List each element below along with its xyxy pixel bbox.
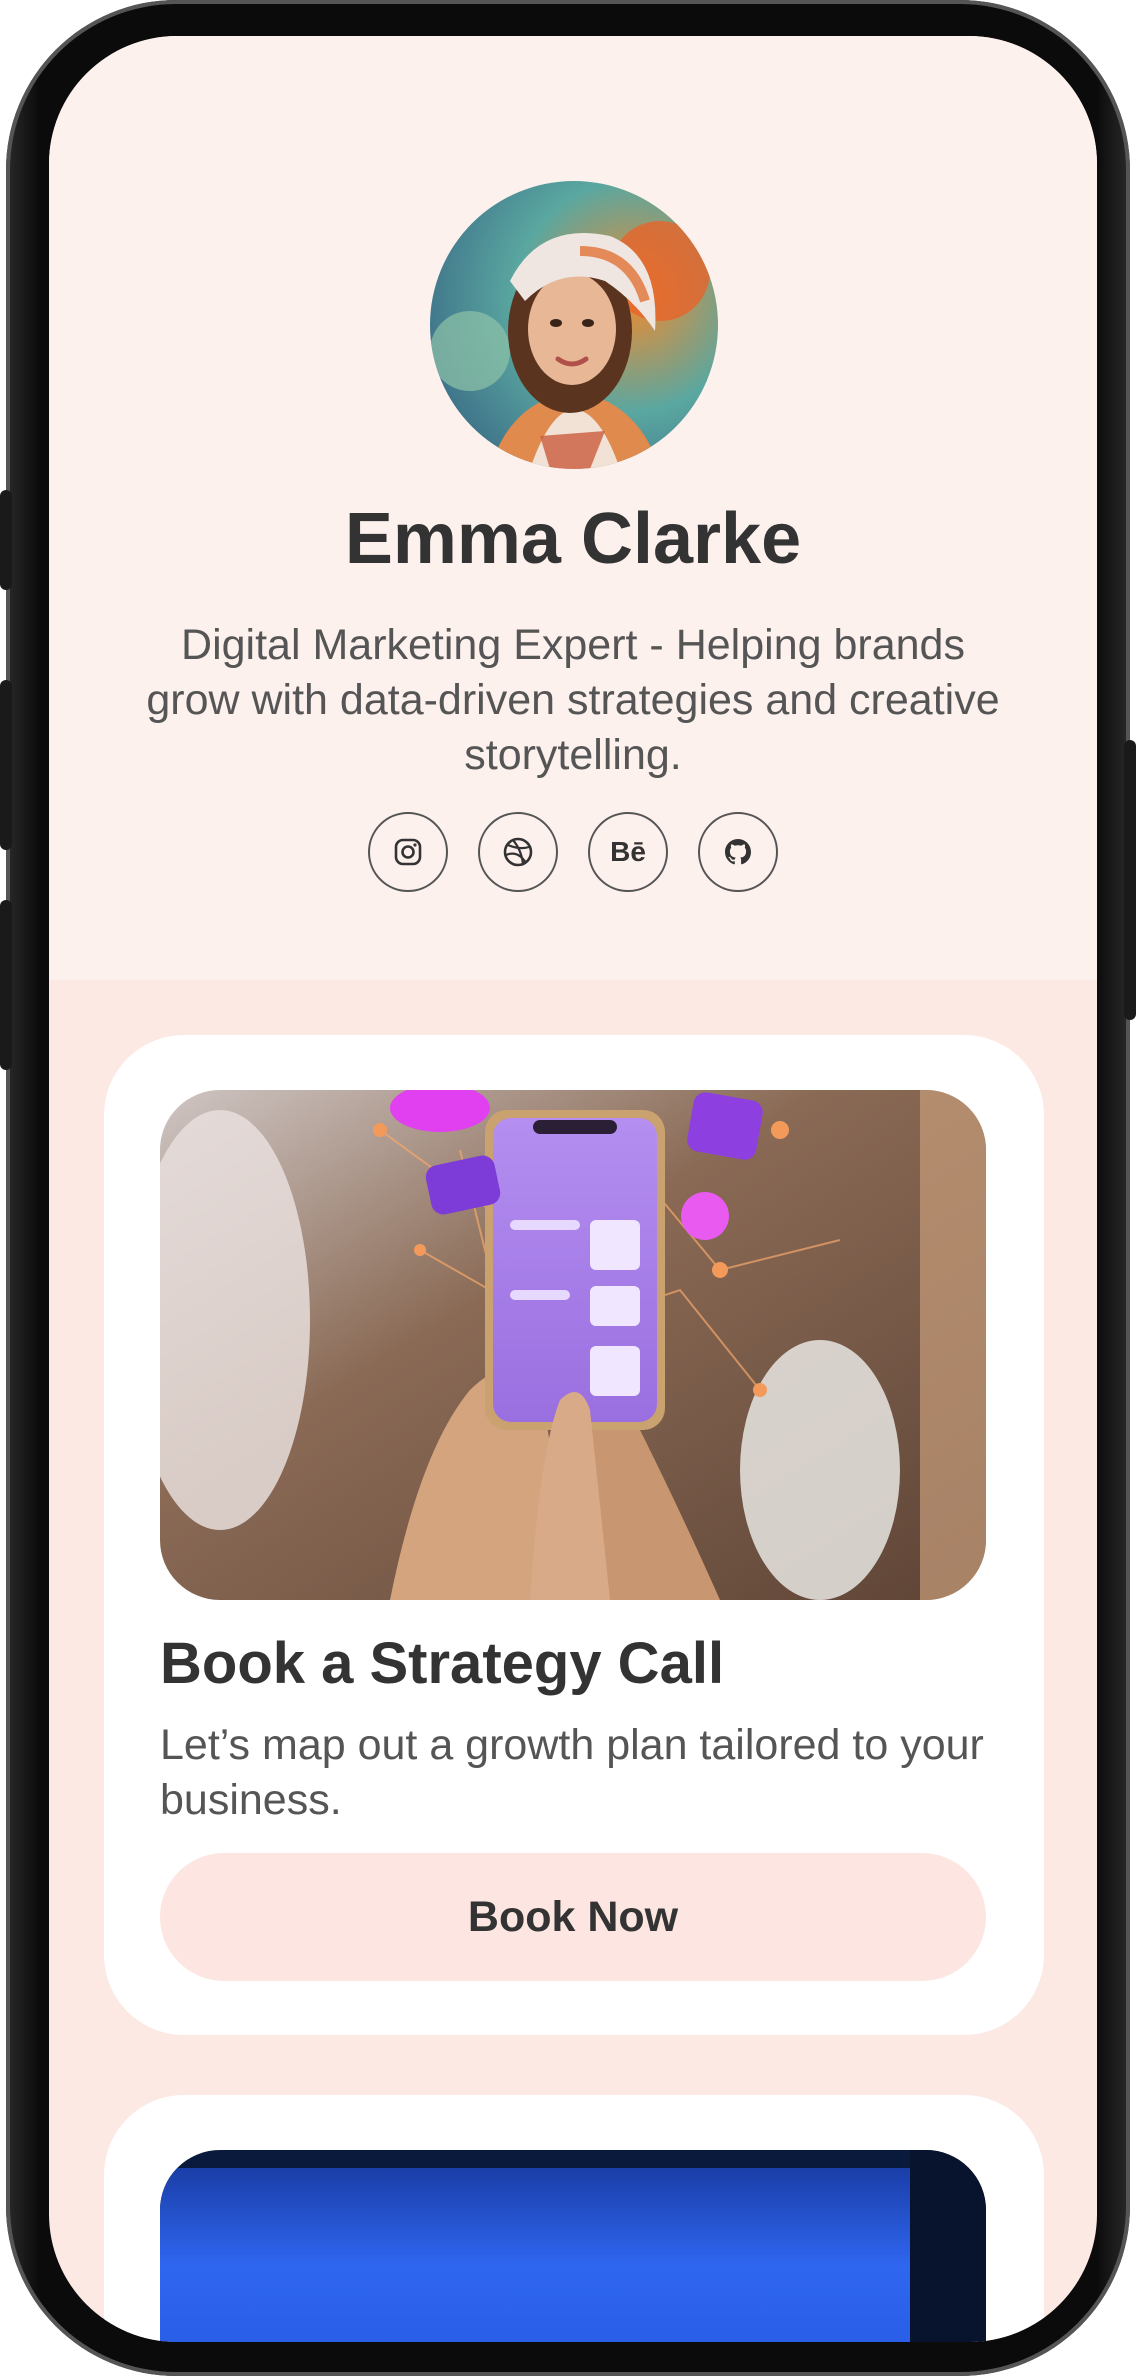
second-card [104, 2095, 1044, 2342]
profile-header: Emma Clarke Digital Marketing Expert - H… [49, 36, 1097, 980]
blue-screen-image [160, 2150, 986, 2342]
dribbble-icon [503, 837, 533, 867]
second-card-image [160, 2150, 986, 2342]
volume-down-button [0, 900, 12, 1070]
github-link[interactable] [698, 812, 778, 892]
social-links: Bē [49, 812, 1097, 892]
card-title: Book a Strategy Call [160, 1631, 725, 1696]
power-button [1124, 740, 1136, 1020]
profile-name: Emma Clarke [344, 499, 802, 579]
github-icon [725, 839, 751, 865]
avatar [430, 181, 718, 469]
avatar-image [430, 181, 718, 469]
social-media-phone-image [160, 1090, 986, 1600]
phone-screen: Emma Clarke Digital Marketing Expert - H… [49, 36, 1097, 2342]
behance-icon: Bē [610, 836, 646, 867]
mute-switch [0, 490, 12, 590]
card-description: Let’s map out a growth plan tailored to … [160, 1721, 984, 1824]
card-image [160, 1090, 986, 1600]
profile-bio: Digital Marketing Expert - Helping brand… [146, 621, 1000, 779]
book-now-button[interactable]: Book Now [160, 1853, 986, 1981]
instagram-link[interactable] [368, 812, 448, 892]
behance-link[interactable]: Bē [588, 812, 668, 892]
phone-frame: Emma Clarke Digital Marketing Expert - H… [0, 0, 1136, 2376]
dribbble-link[interactable] [478, 812, 558, 892]
instagram-icon [394, 838, 422, 866]
strategy-call-card: Book a Strategy Call Let’s map out a gro… [104, 1035, 1044, 2035]
volume-up-button [0, 680, 12, 850]
